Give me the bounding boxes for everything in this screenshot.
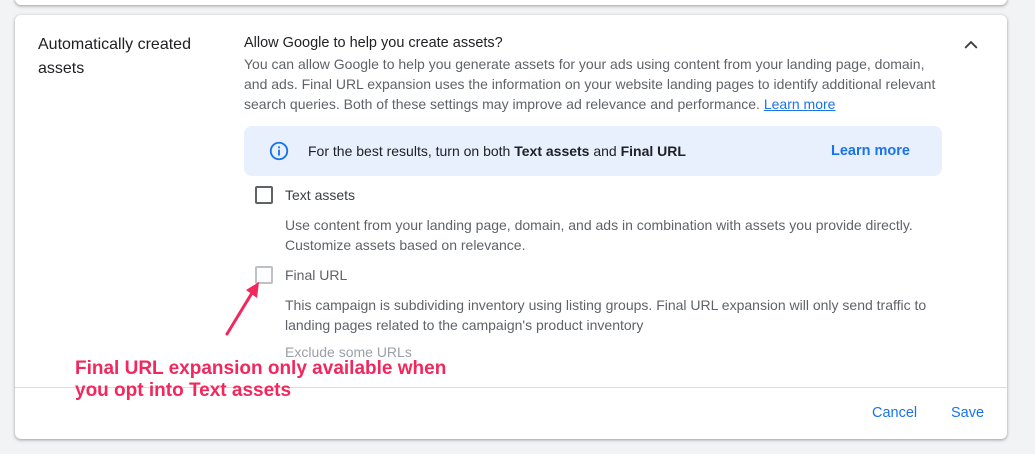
banner-learn-more-link[interactable]: Learn more [831, 143, 910, 159]
assets-description: You can allow Google to help you generat… [244, 54, 944, 114]
section-title: Automatically created assets [38, 36, 191, 77]
save-button[interactable]: Save [951, 405, 984, 421]
collapse-button[interactable] [957, 31, 985, 59]
assets-content: Allow Google to help you create assets? … [244, 33, 944, 114]
learn-more-link[interactable]: Learn more [764, 96, 836, 112]
text-assets-label[interactable]: Text assets [285, 187, 355, 203]
previous-section-card [15, 0, 1007, 5]
text-assets-description: Use content from your landing page, doma… [285, 217, 913, 253]
text-assets-checkbox[interactable] [255, 186, 273, 204]
annotation-arrow-icon [225, 282, 259, 336]
cancel-button[interactable]: Cancel [872, 405, 917, 421]
info-icon [268, 140, 290, 162]
text-assets-option[interactable]: Text assets [255, 186, 355, 204]
annotation-callout: Final URL expansion only available when … [75, 358, 447, 401]
final-url-description: This campaign is subdividing inventory u… [285, 297, 927, 333]
chevron-up-icon [964, 40, 978, 49]
banner-text: For the best results, turn on both Text … [308, 143, 686, 159]
assets-heading: Allow Google to help you create assets? [244, 35, 503, 51]
recommendation-banner: For the best results, turn on both Text … [244, 126, 942, 176]
final-url-label: Final URL [285, 267, 348, 283]
